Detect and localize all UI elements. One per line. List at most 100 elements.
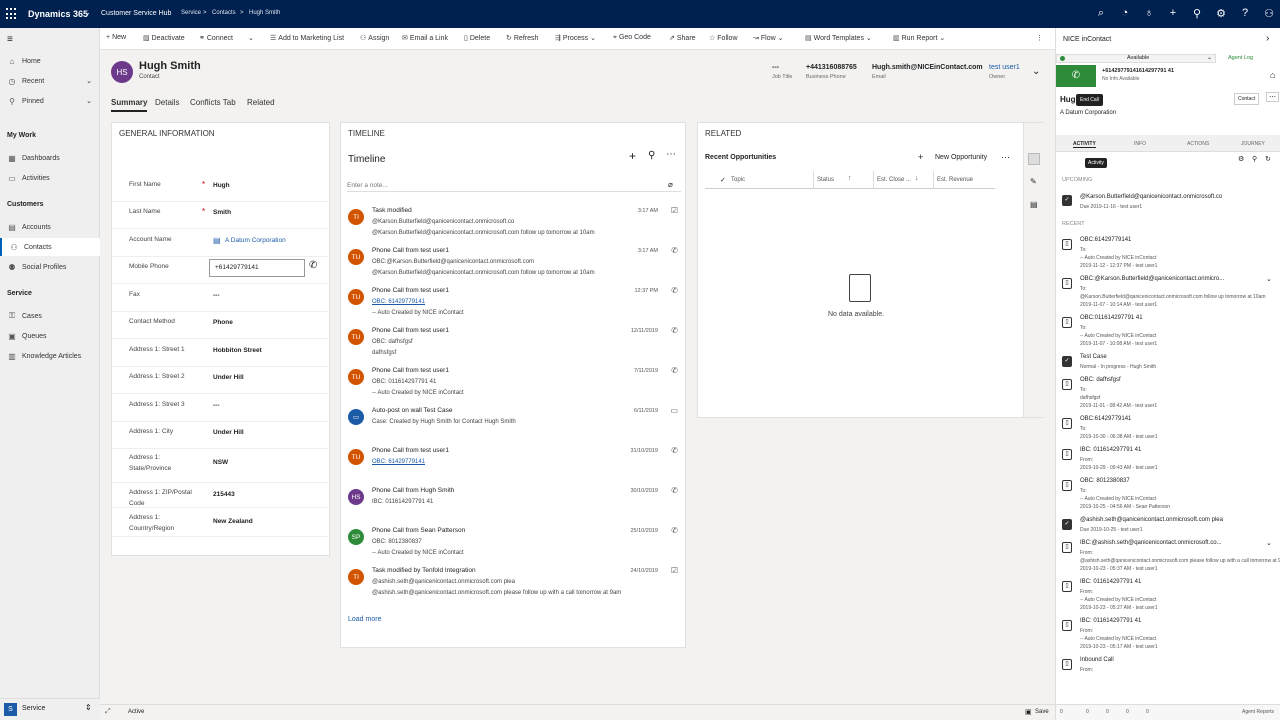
load-more-link[interactable]: Load more: [348, 616, 381, 623]
nav-cases[interactable]: ⚿ Cases: [0, 307, 100, 325]
timeline-item[interactable]: TU Phone Call from test user1 OBC: dafhsfg…: [341, 323, 685, 363]
refresh-button[interactable]: ↻ Refresh: [506, 34, 538, 42]
timeline-item[interactable]: TI Task modified @Karson.Butterfield@qanic…: [341, 203, 685, 243]
nav-knowledge-articles[interactable]: ▥ Knowledge Articles: [0, 347, 100, 365]
new-button[interactable]: + New: [106, 34, 126, 41]
recent-item[interactable]: ▯ OBC:61429779141 To: 2019-10-30 - 06:38 AM…: [1056, 414, 1280, 445]
timeline-item[interactable]: TI Task modified by Tenfold Integration @a…: [341, 563, 685, 603]
more-icon[interactable]: ⋯: [666, 149, 676, 160]
tab-actions[interactable]: ACTIONS: [1187, 141, 1209, 147]
dial-icon[interactable]: ✆: [309, 260, 317, 271]
nav-contacts[interactable]: ⚇ Contacts: [0, 238, 100, 256]
gear-icon[interactable]: ⚙: [1238, 155, 1244, 163]
save-icon[interactable]: ▣: [1025, 708, 1032, 716]
plus-icon[interactable]: +: [1166, 7, 1180, 19]
app-name[interactable]: Customer Service Hub: [101, 10, 171, 17]
recent-item[interactable]: ▯ IBC:@ashish.seth@qanicenicontact.onmicr…: [1056, 538, 1280, 577]
timeline-item-line[interactable]: OBC: 61429779141: [372, 459, 425, 465]
owner-value[interactable]: test user1: [989, 64, 1020, 71]
attachment-icon[interactable]: ⌀: [668, 180, 673, 189]
recent-item[interactable]: ▯ Inbound Call From:: [1056, 655, 1280, 678]
tab-info[interactable]: INFO: [1134, 141, 1146, 147]
timeline-item[interactable]: ▭ Auto-post on wall Test Case Case: Create…: [341, 403, 685, 443]
lightbulb-icon[interactable]: ♁: [1142, 7, 1156, 19]
collapse-chevron-icon[interactable]: ›: [1266, 33, 1269, 44]
new-opportunity-button[interactable]: New Opportunity: [935, 154, 987, 161]
expand-icon[interactable]: ⤢: [105, 708, 111, 716]
column-est-close[interactable]: Est. Close ...: [877, 177, 911, 183]
column-status[interactable]: Status: [817, 177, 834, 183]
column-est-revenue[interactable]: Est. Revenue: [937, 177, 973, 183]
field-value[interactable]: +61429779141: [215, 264, 259, 271]
filter-icon[interactable]: ⚲: [1190, 7, 1204, 20]
connect-button[interactable]: ⚭ Connect: [199, 34, 233, 42]
tab-details[interactable]: Details: [155, 98, 179, 107]
assign-button[interactable]: ⚇ Assign: [360, 34, 389, 42]
nav-activities[interactable]: ▭ Activities: [0, 169, 100, 187]
chevron-down-icon[interactable]: ⌄: [1266, 275, 1272, 283]
gear-icon[interactable]: ⚙: [1214, 7, 1228, 20]
filter-icon[interactable]: ⚲: [648, 150, 655, 161]
recent-item[interactable]: ▯ IBC: 011614297791 41 From: -- Auto Create…: [1056, 616, 1280, 655]
area-switcher[interactable]: S Service ⇕: [0, 698, 100, 720]
email-value[interactable]: Hugh.smith@NICEinContact.com: [872, 64, 983, 71]
recent-item[interactable]: ▯ OBC: 8012380837 To: -- Auto Created by NI…: [1056, 476, 1280, 515]
breadcrumb-service[interactable]: Service: [181, 10, 201, 16]
save-button[interactable]: Save: [1035, 709, 1049, 715]
share-button[interactable]: ⇗ Share: [669, 34, 696, 42]
more-icon[interactable]: ⋯: [1266, 92, 1279, 102]
email-a-link-button[interactable]: ✉ Email a Link: [402, 34, 448, 42]
timeline-item[interactable]: TU Phone Call from test user1 OBC:@Karson.…: [341, 243, 685, 283]
chevron-down-icon[interactable]: ⌄: [84, 8, 91, 17]
deactivate-button[interactable]: ▨ Deactivate: [143, 34, 185, 42]
nav-queues[interactable]: ▣ Queues: [0, 327, 100, 345]
user-icon[interactable]: ⚇: [1262, 7, 1276, 20]
search-icon[interactable]: ⌕: [1094, 7, 1108, 20]
recent-item[interactable]: ✓ @ashish.seth@qanicenicontact.onmicrosof…: [1056, 515, 1280, 538]
recent-item[interactable]: ▯ OBC:61429779141 To: -- Auto Created by NI…: [1056, 235, 1280, 274]
process-button[interactable]: ⇶ Process ⌄: [555, 34, 596, 42]
status-dropdown[interactable]: Available ⌄: [1056, 54, 1216, 63]
tab-related[interactable]: Related: [247, 98, 275, 107]
plus-icon[interactable]: +: [918, 152, 923, 162]
tab-summary[interactable]: Summary: [111, 98, 148, 112]
panel-toggle-icon[interactable]: [1028, 153, 1040, 165]
recent-item[interactable]: ▯ IBC: 011614297791 41 From: 2019-10-29 - 0…: [1056, 445, 1280, 476]
chevron-down-icon[interactable]: ⌄: [1032, 66, 1040, 77]
recent-item[interactable]: ▯ IBC: 011614297791 41 From: -- Auto Create…: [1056, 577, 1280, 616]
phone-icon[interactable]: ✆: [1056, 65, 1096, 87]
geo-code-button[interactable]: ⌖ Geo Code: [613, 34, 651, 42]
check-all-icon[interactable]: ✓: [720, 176, 726, 184]
refresh-icon[interactable]: ↻: [1265, 155, 1271, 163]
add-to-marketing-list-button[interactable]: ☰ Add to Marketing List: [270, 34, 344, 42]
nav-accounts[interactable]: ▤ Accounts: [0, 218, 100, 236]
business-phone-value[interactable]: +441316088765: [806, 64, 857, 71]
run-report-button[interactable]: ▥ Run Report ⌄: [893, 34, 945, 42]
wrench-icon[interactable]: ✎: [1030, 177, 1037, 186]
tab-conflicts[interactable]: Conflicts Tab: [190, 98, 236, 107]
contact-button[interactable]: Contact: [1234, 93, 1260, 105]
timeline-item[interactable]: TU Phone Call from test user1 OBC: 6142977…: [341, 443, 685, 483]
nav-home[interactable]: ⌂ Home: [0, 52, 100, 70]
timeline-item[interactable]: HS Phone Call from Hugh Smith IBC: 0116142…: [341, 483, 685, 523]
flow-button[interactable]: ↝ Flow ⌄: [753, 34, 783, 42]
nav-dashboards[interactable]: ▦ Dashboards: [0, 149, 100, 167]
app-launcher-icon[interactable]: [6, 8, 18, 20]
nav-recent[interactable]: ◷ Recent ⌄: [0, 72, 100, 90]
tab-journey[interactable]: JOURNEY: [1241, 141, 1265, 147]
agent-reports-link[interactable]: Agent Reports: [1242, 709, 1274, 715]
timeline-item[interactable]: TU Phone Call from test user1 OBC: 6142977…: [341, 283, 685, 323]
document-small-icon[interactable]: ▤: [1030, 200, 1038, 209]
column-topic[interactable]: Topic: [731, 177, 745, 183]
recent-item[interactable]: ▯ OBC: dafhsfgsf To: dafhsfgsf 2019-11-01 - …: [1056, 375, 1280, 414]
timeline-item[interactable]: TU Phone Call from test user1 OBC: 0116142…: [341, 363, 685, 403]
follow-button[interactable]: ☆ Follow: [709, 34, 738, 42]
breadcrumb-contacts[interactable]: Contacts: [212, 10, 236, 16]
more-commands-icon[interactable]: ⋮: [1036, 34, 1043, 42]
timeline-item-line[interactable]: OBC: 61429779141: [372, 299, 425, 305]
agent-log-link[interactable]: Agent Log: [1228, 55, 1253, 61]
tab-activity[interactable]: ACTIVITY: [1073, 141, 1096, 148]
plus-icon[interactable]: +: [629, 149, 636, 163]
hamburger-icon[interactable]: ≡: [7, 34, 13, 45]
home-icon[interactable]: ⌂: [1270, 70, 1275, 80]
